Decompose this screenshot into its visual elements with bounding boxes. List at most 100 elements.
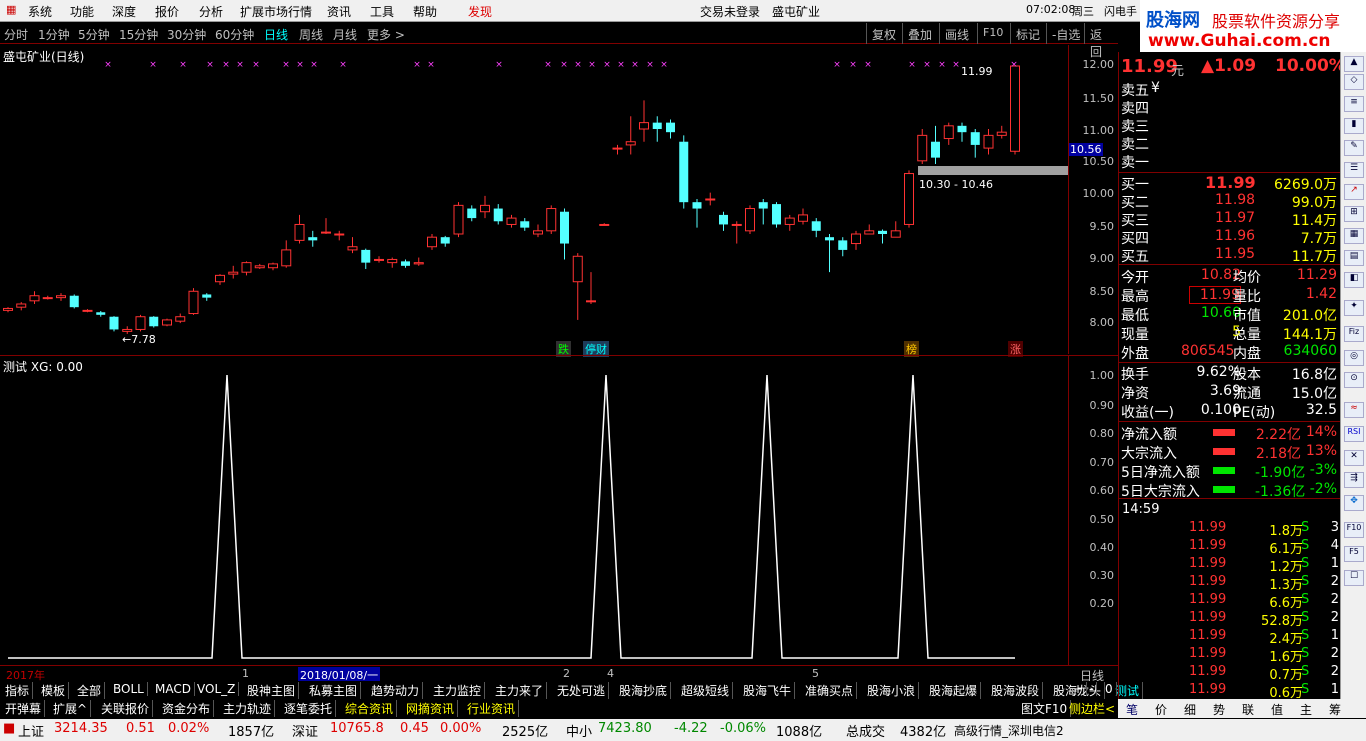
indicator-tab[interactable]: 股海飞牛 xyxy=(740,682,796,699)
info-tab[interactable]: 扩展^ xyxy=(50,700,92,717)
menu-discover[interactable]: 发现 xyxy=(468,3,492,20)
indicator-tab[interactable]: 趋势动力 xyxy=(368,682,424,699)
adjust-rights-button[interactable]: 复权 xyxy=(866,23,901,44)
info-tab[interactable]: 行业资讯 xyxy=(464,700,520,717)
sidebar-tool-icon[interactable]: ◇ xyxy=(1344,74,1364,90)
panel-tab[interactable]: 势 xyxy=(1213,701,1225,718)
index-sh-name[interactable]: 上证 xyxy=(18,721,44,740)
indicator-tab[interactable]: 股神主图 xyxy=(244,682,300,699)
tab-control-button[interactable]: 0 xyxy=(1102,682,1117,696)
sidebar-fiz-icon[interactable]: Fiz xyxy=(1344,326,1364,342)
indicator-tab[interactable]: 主力来了 xyxy=(492,682,548,699)
panel-tab[interactable]: 价 xyxy=(1155,701,1167,718)
sidebar-tool-icon[interactable]: ◎ xyxy=(1344,350,1364,366)
index-sme-name[interactable]: 中小 xyxy=(566,721,592,740)
draw-line-button[interactable]: 画线 xyxy=(939,23,974,44)
sidebar-f5-icon[interactable]: F5 xyxy=(1344,546,1364,562)
sidebar-tool-icon[interactable]: ⇶ xyxy=(1344,472,1364,488)
sidebar-rsi-icon[interactable]: RSI xyxy=(1344,426,1364,442)
mark-button[interactable]: 标记 xyxy=(1010,23,1045,44)
menu-help[interactable]: 帮助 xyxy=(413,3,437,20)
period-5min[interactable]: 5分钟 xyxy=(78,26,110,43)
panel-tab[interactable]: 筹 xyxy=(1329,701,1341,718)
sidebar-tool-icon[interactable]: ✎ xyxy=(1344,140,1364,156)
indicator-tab[interactable]: 全部 xyxy=(74,682,106,699)
indicator-tab[interactable]: 股海起爆 xyxy=(926,682,982,699)
move-icon[interactable]: ✥ xyxy=(1344,495,1364,511)
info-tab[interactable]: 网摘资讯 xyxy=(403,700,459,717)
period-timeshare[interactable]: 分时 xyxy=(4,26,28,43)
period-30min[interactable]: 30分钟 xyxy=(167,26,206,43)
menu-tools[interactable]: 工具 xyxy=(370,3,394,20)
sidebar-tool-icon[interactable]: ☐ xyxy=(1344,570,1364,586)
info-tab[interactable]: 逐笔委托 xyxy=(281,700,337,717)
indicator-tab[interactable]: 股海波段 xyxy=(988,682,1044,699)
sidebar-tool-icon[interactable]: ◧ xyxy=(1344,272,1364,288)
period-daily[interactable]: 日线 xyxy=(264,26,288,43)
period-more[interactable]: 更多 > xyxy=(367,26,405,43)
info-tab-right[interactable]: 图文F10 xyxy=(1018,700,1072,717)
sidebar-tool-icon[interactable]: ↗ xyxy=(1344,184,1364,200)
index-sz-name[interactable]: 深证 xyxy=(292,721,318,740)
panel-tab[interactable]: 联 xyxy=(1242,701,1254,718)
sidebar-tool-icon[interactable]: ▮ xyxy=(1344,118,1364,134)
indicator-tab[interactable]: 股海抄底 xyxy=(616,682,672,699)
menu-system[interactable]: 系统 xyxy=(28,3,52,20)
panel-tab[interactable]: 细 xyxy=(1184,701,1196,718)
menu-quote[interactable]: 报价 xyxy=(155,3,179,20)
indicator-tab[interactable]: 股海小浪 xyxy=(864,682,920,699)
candlestick-chart[interactable]: 盛屯矿业(日线) × × × × × × × × × × × × × × × × × × × × × × × × × × × × × × ×… xyxy=(0,45,1068,357)
indicator-tab[interactable]: 准确买点 xyxy=(802,682,858,699)
sidebar-tool-icon[interactable]: ⊙ xyxy=(1344,372,1364,388)
info-tab[interactable]: 开弹幕 xyxy=(2,700,46,717)
indicator-tab[interactable]: VOL_Z xyxy=(194,682,240,696)
indicator-chart[interactable]: 测试 XG: 0.00 xyxy=(0,355,1068,665)
period-monthly[interactable]: 月线 xyxy=(333,26,357,43)
indicator-tab[interactable]: MACD xyxy=(152,682,195,696)
sidebar-tool-icon[interactable]: ≈ xyxy=(1344,402,1364,418)
panel-tab[interactable]: 主 xyxy=(1300,701,1312,718)
info-tab[interactable]: 关联报价 xyxy=(98,700,154,717)
period-60min[interactable]: 60分钟 xyxy=(215,26,254,43)
sidebar-tool-icon[interactable]: ▤ xyxy=(1344,250,1364,266)
sidebar-tool-icon[interactable]: ▲ xyxy=(1344,56,1364,72)
indicator-tab[interactable]: BOLL xyxy=(110,682,148,696)
menu-analysis[interactable]: 分析 xyxy=(199,3,223,20)
feed-server[interactable]: 高级行情_深圳电信2 xyxy=(954,722,1064,739)
f10-button[interactable]: F10 xyxy=(977,23,1008,44)
info-tab[interactable]: 资金分布 xyxy=(159,700,215,717)
sidebar-tool-icon[interactable]: ≡ xyxy=(1344,96,1364,112)
indicator-tab[interactable]: 无处可逃 xyxy=(554,682,610,699)
app-icon[interactable]: ▦ xyxy=(6,3,16,16)
indicator-tab[interactable]: 模板 xyxy=(38,682,70,699)
flash-trade-button[interactable]: 闪电手 xyxy=(1104,3,1137,19)
menu-extended-market[interactable]: 扩展市场行情 xyxy=(240,3,312,20)
sidebar-tool-icon[interactable]: ✕ xyxy=(1344,450,1364,466)
sidebar-toggle[interactable]: 侧边栏< xyxy=(1066,700,1120,717)
login-status[interactable]: 交易未登录 xyxy=(700,3,760,20)
sidebar-tool-icon[interactable]: ▦ xyxy=(1344,228,1364,244)
menu-function[interactable]: 功能 xyxy=(70,3,94,20)
indicator-tab[interactable]: 私募主图 xyxy=(306,682,362,699)
sidebar-tool-icon[interactable]: ☰ xyxy=(1344,162,1364,178)
indicator-tab[interactable]: 主力监控 xyxy=(430,682,486,699)
panel-tab[interactable]: 值 xyxy=(1271,701,1283,718)
back-button[interactable]: 返回 xyxy=(1084,23,1118,59)
indicator-tab[interactable]: 指标 xyxy=(2,682,34,699)
sidebar-f10-icon[interactable]: F10 xyxy=(1344,522,1364,538)
sidebar-tool-icon[interactable]: ⊞ xyxy=(1344,206,1364,222)
period-15min[interactable]: 15分钟 xyxy=(119,26,158,43)
info-tab[interactable]: 综合资讯 xyxy=(342,700,398,717)
add-watchlist-button[interactable]: -自选 xyxy=(1046,23,1085,44)
period-weekly[interactable]: 周线 xyxy=(299,26,323,43)
menu-news[interactable]: 资讯 xyxy=(327,3,351,20)
panel-tab[interactable]: 笔 xyxy=(1126,701,1138,718)
overlay-button[interactable]: 叠加 xyxy=(902,23,937,44)
info-tab[interactable]: 主力轨迹 xyxy=(220,700,276,717)
sidebar-tool-icon[interactable]: ✦ xyxy=(1344,300,1364,316)
menu-depth[interactable]: 深度 xyxy=(112,3,136,20)
tab-control-button[interactable]: + xyxy=(1070,682,1088,696)
period-1min[interactable]: 1分钟 xyxy=(38,26,70,43)
indicator-tab[interactable]: 超级短线 xyxy=(678,682,734,699)
tab-control-button[interactable]: - xyxy=(1086,682,1098,696)
